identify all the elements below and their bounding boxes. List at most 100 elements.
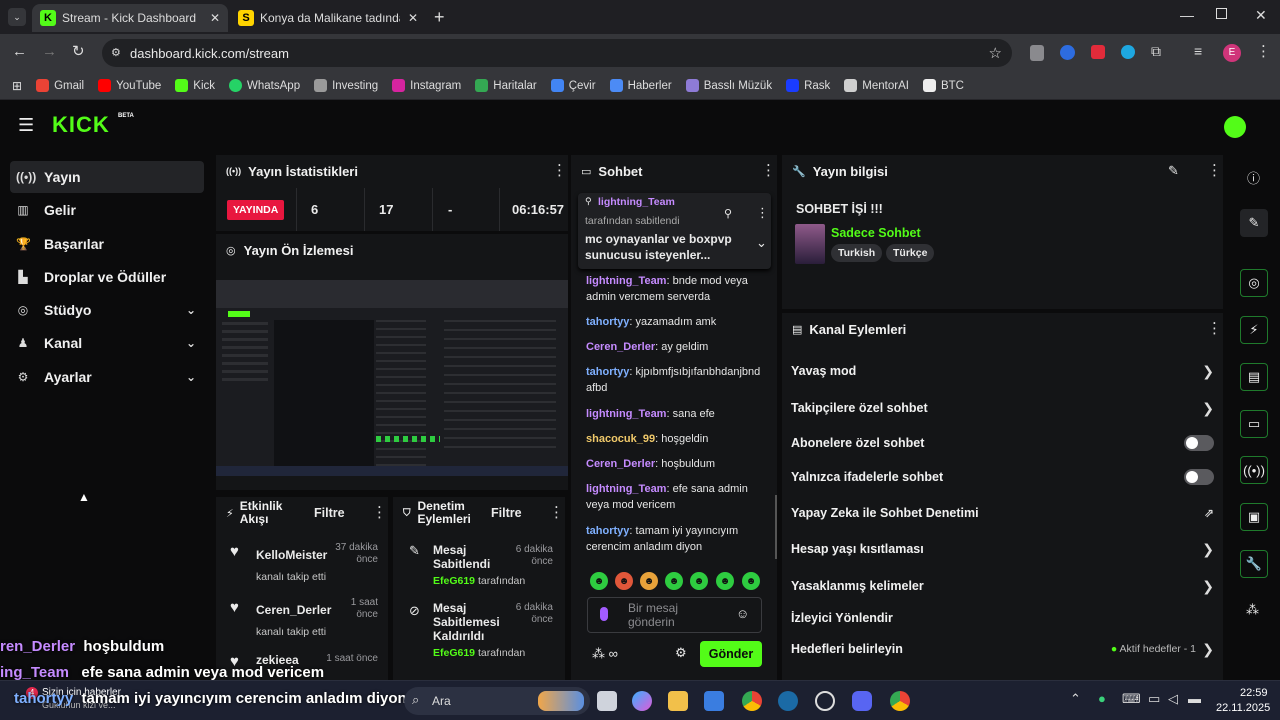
- activity-user[interactable]: KelloMeister: [256, 548, 327, 562]
- pinned-message[interactable]: ⚲ lightning_Team tarafından sabitlendi ⚲…: [578, 193, 771, 269]
- chat-toggle-button[interactable]: ▭: [1240, 410, 1268, 438]
- steam-icon[interactable]: [778, 691, 798, 711]
- stats-toggle-button[interactable]: ((•)): [1240, 456, 1268, 484]
- emote-icon[interactable]: ☻: [716, 572, 734, 590]
- action-ai-moderation[interactable]: Yapay Zeka ile Sohbet Denetimi ⇗: [791, 506, 1216, 520]
- emote-icon[interactable]: ☻: [590, 572, 608, 590]
- taskbar-search[interactable]: ⌕ Ara: [404, 687, 590, 715]
- preview-toggle-button[interactable]: ◎: [1240, 269, 1268, 297]
- hamburger-menu-icon[interactable]: ☰: [18, 115, 34, 136]
- sidebar-item-ayarlar[interactable]: ⚙ Ayarlar ⌄: [10, 361, 204, 393]
- bookmark-btc[interactable]: BTC: [922, 79, 964, 92]
- extensions-puzzle-icon[interactable]: ⧉: [1151, 43, 1161, 60]
- chevron-down-icon[interactable]: ⌄: [756, 235, 767, 251]
- tag-chip[interactable]: Türkçe: [886, 244, 935, 262]
- moderation-filter-button[interactable]: Filtre: [491, 506, 522, 520]
- emote-only-toggle[interactable]: [1184, 469, 1214, 485]
- keyboard-icon[interactable]: ⌨: [1122, 691, 1141, 707]
- user-avatar[interactable]: [1224, 116, 1246, 138]
- tag-chip[interactable]: Turkish: [831, 244, 883, 262]
- action-banned-words[interactable]: Yasaklanmış kelimeler ❯: [791, 578, 1216, 594]
- address-bar[interactable]: ⚙ dashboard.kick.com/stream ☆: [102, 39, 1012, 67]
- site-info-icon[interactable]: ⚙: [111, 46, 121, 59]
- emote-icon[interactable]: ☻: [690, 572, 708, 590]
- app-circle-icon[interactable]: [815, 691, 835, 711]
- edit-pencil-icon[interactable]: ✎: [1168, 163, 1179, 179]
- chrome-profile-icon[interactable]: [890, 691, 910, 711]
- clock-time[interactable]: 22:59: [1240, 687, 1268, 699]
- bookmark-bassli-muzik[interactable]: Basslı Müzük: [685, 79, 772, 92]
- sidebar-item-basarilar[interactable]: 🏆 Başarılar: [10, 228, 204, 260]
- kick-logo[interactable]: KICK: [52, 112, 110, 138]
- bookmark-mentorai[interactable]: MentorAI: [844, 79, 909, 92]
- send-button[interactable]: Gönder: [700, 641, 762, 667]
- bookmark-cevir[interactable]: Çevir: [550, 79, 596, 92]
- extension-icon-shield[interactable]: [1030, 45, 1044, 61]
- media-control-icon[interactable]: ≡: [1194, 43, 1202, 59]
- close-icon[interactable]: ✕: [408, 11, 418, 25]
- extension-icon-red[interactable]: [1091, 45, 1105, 59]
- bookmark-gmail[interactable]: Gmail: [36, 79, 84, 92]
- more-options-icon[interactable]: [1207, 319, 1222, 337]
- chrome-icon[interactable]: [742, 691, 762, 711]
- battery-icon[interactable]: ▬: [1188, 691, 1201, 706]
- bookmark-haritalar[interactable]: Haritalar: [475, 79, 537, 92]
- volume-icon[interactable]: ◁: [1168, 691, 1178, 707]
- moderation-toggle-button[interactable]: ▤: [1240, 363, 1268, 391]
- extension-icon-blue[interactable]: [1060, 45, 1075, 60]
- copilot-icon[interactable]: [632, 691, 652, 711]
- tab-kick-dashboard[interactable]: K Stream - Kick Dashboard ✕: [32, 4, 228, 32]
- bookmark-investing[interactable]: Investing: [314, 79, 378, 92]
- bookmark-haberler[interactable]: Haberler: [609, 79, 672, 92]
- reload-icon[interactable]: ↻: [72, 42, 85, 60]
- task-view-icon[interactable]: [597, 691, 617, 711]
- bookmark-kick[interactable]: Kick: [175, 79, 215, 92]
- tray-chevron-icon[interactable]: ⌃: [1070, 691, 1081, 707]
- activity-filter-button[interactable]: Filtre: [314, 506, 345, 520]
- new-tab-button[interactable]: +: [434, 7, 445, 28]
- chat-scrollbar[interactable]: [775, 495, 777, 559]
- sidebar-item-yayin[interactable]: ((•)) Yayın: [10, 161, 204, 193]
- action-subscribers-only[interactable]: Abonelere özel sohbet: [791, 435, 1216, 451]
- info-icon[interactable]: ⓘ: [1247, 168, 1260, 187]
- activity-toggle-button[interactable]: ⚡: [1240, 316, 1268, 344]
- more-options-icon[interactable]: [549, 503, 564, 521]
- more-options-icon[interactable]: ⋮: [756, 205, 769, 221]
- back-icon[interactable]: ←: [12, 43, 27, 60]
- network-icon[interactable]: ▭: [1148, 691, 1160, 707]
- more-widgets-icon[interactable]: ⁂: [1246, 602, 1259, 618]
- sidebar-item-kanal[interactable]: ♟ Kanal ⌄: [10, 327, 204, 359]
- tab-konya[interactable]: S Konya da Malikane tadında mü ✕: [230, 4, 426, 32]
- more-options-icon[interactable]: [761, 161, 776, 179]
- bookmark-star-icon[interactable]: ☆: [989, 44, 1002, 62]
- chat-input[interactable]: Bir mesaj gönderin ☺: [587, 597, 762, 633]
- forward-icon[interactable]: →: [42, 43, 57, 60]
- chat-settings-icon[interactable]: ⚙: [675, 645, 687, 661]
- sidebar-item-droplar[interactable]: ▙ Droplar ve Ödüller: [10, 261, 204, 293]
- emote-icon[interactable]: ☻: [640, 572, 658, 590]
- apps-grid-icon[interactable]: ⊞: [12, 79, 22, 93]
- action-account-age[interactable]: Hesap yaşı kısıtlaması ❯: [791, 541, 1216, 557]
- store-icon[interactable]: [704, 691, 724, 711]
- clock-date[interactable]: 22.11.2025: [1216, 702, 1270, 714]
- video-toggle-button[interactable]: ▣: [1240, 503, 1268, 531]
- kick-points-icon[interactable]: ⁂ ∞: [592, 646, 618, 662]
- stream-info-toggle-button[interactable]: 🔧: [1240, 550, 1268, 578]
- action-raid[interactable]: İzleyici Yönlendir: [791, 611, 1216, 625]
- action-goals[interactable]: Hedefleri belirleyin ● Aktif hedefler - 1…: [791, 641, 1216, 657]
- action-emote-only[interactable]: Yalnızca ifadelerle sohbet: [791, 469, 1216, 485]
- bookmark-youtube[interactable]: YouTube: [98, 79, 161, 92]
- discord-icon[interactable]: [852, 691, 872, 711]
- action-slow-mode[interactable]: Yavaş mod ❯: [791, 363, 1216, 379]
- window-close-button[interactable]: ✕: [1255, 7, 1267, 24]
- maximize-button[interactable]: [1216, 8, 1227, 19]
- action-followers-only[interactable]: Takipçilere özel sohbet ❯: [791, 400, 1216, 416]
- more-options-icon[interactable]: [552, 161, 567, 179]
- tab-search-button[interactable]: ⌄: [8, 8, 26, 26]
- bookmark-whatsapp[interactable]: WhatsApp: [229, 79, 300, 92]
- emote-icon[interactable]: ☻: [615, 572, 633, 590]
- category-name[interactable]: Sadece Sohbet: [831, 226, 921, 240]
- more-options-icon[interactable]: [372, 503, 387, 521]
- mic-tray-icon[interactable]: ●: [1098, 691, 1106, 706]
- emote-icon[interactable]: ☻: [665, 572, 683, 590]
